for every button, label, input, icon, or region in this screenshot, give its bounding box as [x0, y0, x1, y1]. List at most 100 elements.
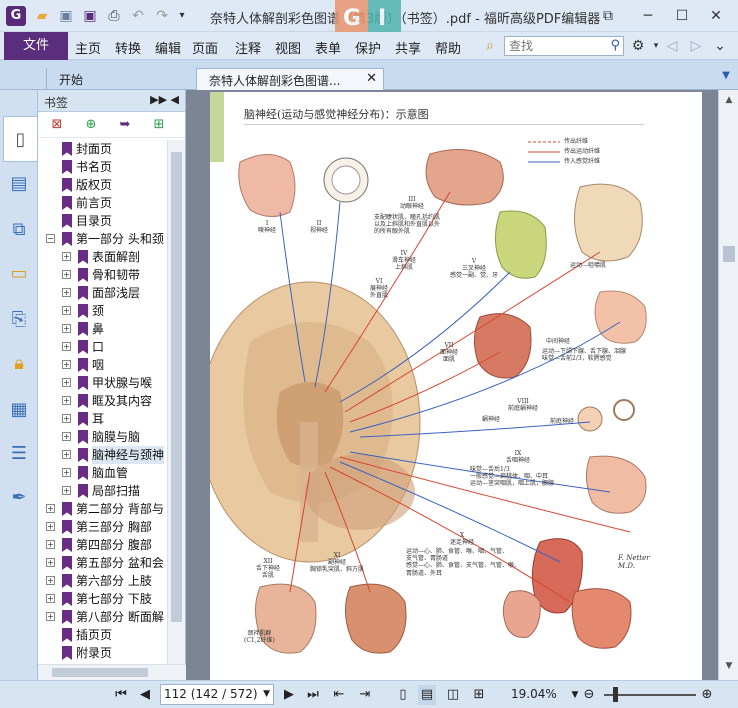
minimize-icon[interactable]: ─	[638, 6, 658, 26]
bookmark-item[interactable]: + 第六部分 上肢	[38, 572, 166, 590]
print-icon[interactable]: ⎙	[106, 8, 122, 24]
expand-icon[interactable]: +	[62, 414, 71, 423]
expand-icon[interactable]: +	[62, 252, 71, 261]
page-dropdown-icon[interactable]: ▼	[263, 685, 270, 704]
file-menu-button[interactable]: 文件	[4, 32, 68, 60]
search-input[interactable]	[505, 37, 601, 55]
collapse-ribbon-icon[interactable]: ⌄	[712, 38, 728, 54]
previous-arrow-icon[interactable]: ◁	[664, 38, 680, 54]
signature-icon[interactable]: ✒	[7, 486, 31, 510]
app-logo-icon[interactable]: G	[6, 6, 26, 26]
single-page-view-icon[interactable]: ▯	[394, 685, 412, 705]
expand-icon[interactable]: +	[62, 468, 71, 477]
search-icon[interactable]: ⚲	[610, 38, 620, 53]
bookmark-item[interactable]: + 眶及其内容	[38, 392, 166, 410]
bookmarks-panel-icon[interactable]: ▯	[3, 116, 37, 162]
bookmark-item[interactable]: + 第八部分 断面解	[38, 608, 166, 626]
settings-dropdown-icon[interactable]: ▾	[648, 38, 664, 54]
bookmark-item[interactable]: + 第四部分 腹部	[38, 536, 166, 554]
collapse-icon[interactable]: −	[46, 234, 55, 243]
zoom-in-icon[interactable]: ⊕	[698, 685, 716, 705]
bookmark-item[interactable]: + 咽	[38, 356, 166, 374]
bookmark-item[interactable]: 版权页	[38, 176, 166, 194]
tab-document[interactable]: 奈特人体解剖彩色图谱... ✕	[196, 68, 384, 90]
maximize-icon[interactable]: ☐	[672, 6, 692, 26]
bookmark-item[interactable]: + 口	[38, 338, 166, 356]
expand-icon[interactable]: +	[62, 486, 71, 495]
close-tab-icon[interactable]: ✕	[366, 71, 377, 86]
bookmark-item[interactable]: + 第七部分 下肢	[38, 590, 166, 608]
add-child-bookmark-icon[interactable]: ⊞	[150, 116, 168, 134]
search-box[interactable]: ⚲	[504, 36, 624, 56]
expand-icon[interactable]: +	[62, 324, 71, 333]
last-page-icon[interactable]: ⏭	[304, 685, 322, 705]
layers-icon[interactable]: ⧉	[7, 218, 31, 242]
expand-icon[interactable]: +	[62, 432, 71, 441]
next-page-icon[interactable]: ▶	[280, 685, 298, 705]
form-fields-icon[interactable]: ☰	[7, 442, 31, 466]
tab-start[interactable]: 开始	[46, 68, 196, 90]
panel-collapse-icon[interactable]: ▶▶ ◀	[150, 93, 179, 106]
menu-protect[interactable]: 保护	[355, 38, 381, 57]
expand-icon[interactable]: +	[62, 306, 71, 315]
menu-help[interactable]: 帮助	[435, 38, 461, 57]
bookmark-item[interactable]: + 脑血管	[38, 464, 166, 482]
bookmark-item[interactable]: + 鼻	[38, 320, 166, 338]
expand-icon[interactable]: +	[62, 288, 71, 297]
bookmark-item[interactable]: 书名页	[38, 158, 166, 176]
page-thumbnails-icon[interactable]: ▤	[7, 172, 31, 196]
bookmark-item[interactable]: + 耳	[38, 410, 166, 428]
close-icon[interactable]: ✕	[706, 6, 726, 26]
bookmark-item[interactable]: + 第三部分 胸部	[38, 518, 166, 536]
document-properties-icon[interactable]: ▦	[7, 398, 31, 422]
bookmark-item[interactable]: + 第五部分 盆和会	[38, 554, 166, 572]
expand-icon[interactable]: +	[46, 540, 55, 549]
menu-edit[interactable]: 编辑	[155, 38, 181, 57]
expand-icon[interactable]: +	[46, 594, 55, 603]
bookmark-item[interactable]: + 局部扫描	[38, 482, 166, 500]
bookmark-item[interactable]: + 脑膜与脑	[38, 428, 166, 446]
expand-icon[interactable]: +	[46, 522, 55, 531]
bookmark-item[interactable]: + 表面解剖	[38, 248, 166, 266]
bookmark-item[interactable]: + 脑神经与颈神	[38, 446, 166, 464]
bookmarks-horizontal-scrollbar[interactable]	[38, 664, 186, 680]
menu-convert[interactable]: 转换	[115, 38, 141, 57]
previous-view-icon[interactable]: ⇤	[330, 685, 348, 705]
bookmark-item[interactable]: + 第二部分 背部与	[38, 500, 166, 518]
bookmark-item[interactable]: 前言页	[38, 194, 166, 212]
expand-icon[interactable]: +	[46, 612, 55, 621]
expand-icon[interactable]: +	[46, 576, 55, 585]
attachments-icon[interactable]: ⎘	[7, 308, 31, 332]
delete-bookmark-icon[interactable]: ⊠	[48, 116, 66, 134]
expand-icon[interactable]: +	[62, 378, 71, 387]
security-lock-icon[interactable]: 🔒︎	[7, 352, 31, 376]
expand-icon[interactable]: +	[62, 396, 71, 405]
menu-page[interactable]: 页面	[192, 38, 218, 57]
open-folder-icon[interactable]: ▰	[34, 8, 50, 24]
move-bookmark-icon[interactable]: ➥	[116, 116, 134, 134]
bookmarks-vertical-scrollbar[interactable]	[167, 140, 185, 664]
redo-icon[interactable]: ↷	[154, 8, 170, 24]
continuous-facing-view-icon[interactable]: ⊞	[470, 685, 488, 705]
customize-dropdown-icon[interactable]: ▾	[174, 8, 190, 24]
next-view-icon[interactable]: ⇥	[356, 685, 374, 705]
bookmark-item[interactable]: + 颈	[38, 302, 166, 320]
menu-view[interactable]: 视图	[275, 38, 301, 57]
bookmark-item[interactable]: + 甲状腺与喉	[38, 374, 166, 392]
zoom-slider-thumb[interactable]	[613, 687, 619, 702]
bookmark-item[interactable]: 插页页	[38, 626, 166, 644]
bookmark-item[interactable]: 目录页	[38, 212, 166, 230]
bookmark-item[interactable]: 附录页	[38, 644, 166, 662]
expand-icon[interactable]: +	[62, 360, 71, 369]
bookmark-item[interactable]: + 骨和韧带	[38, 266, 166, 284]
document-viewport[interactable]: 脑神经(运动与感觉神经分布)：示意图 传出纤维 传出运动纤维 传入感觉纤维 I …	[186, 90, 718, 680]
expand-icon[interactable]: +	[46, 558, 55, 567]
add-bookmark-icon[interactable]: ⊕	[82, 116, 100, 134]
bookmark-item[interactable]: − 第一部分 头和颈	[38, 230, 166, 248]
document-vertical-scrollbar[interactable]: ▲ ▼	[718, 90, 738, 680]
scroll-up-icon[interactable]: ▲	[721, 92, 737, 108]
bookmark-item[interactable]: + 面部浅层	[38, 284, 166, 302]
save-icon[interactable]: ▣	[58, 8, 74, 24]
scroll-down-icon[interactable]: ▼	[721, 658, 737, 674]
menu-home[interactable]: 主页	[75, 38, 101, 57]
